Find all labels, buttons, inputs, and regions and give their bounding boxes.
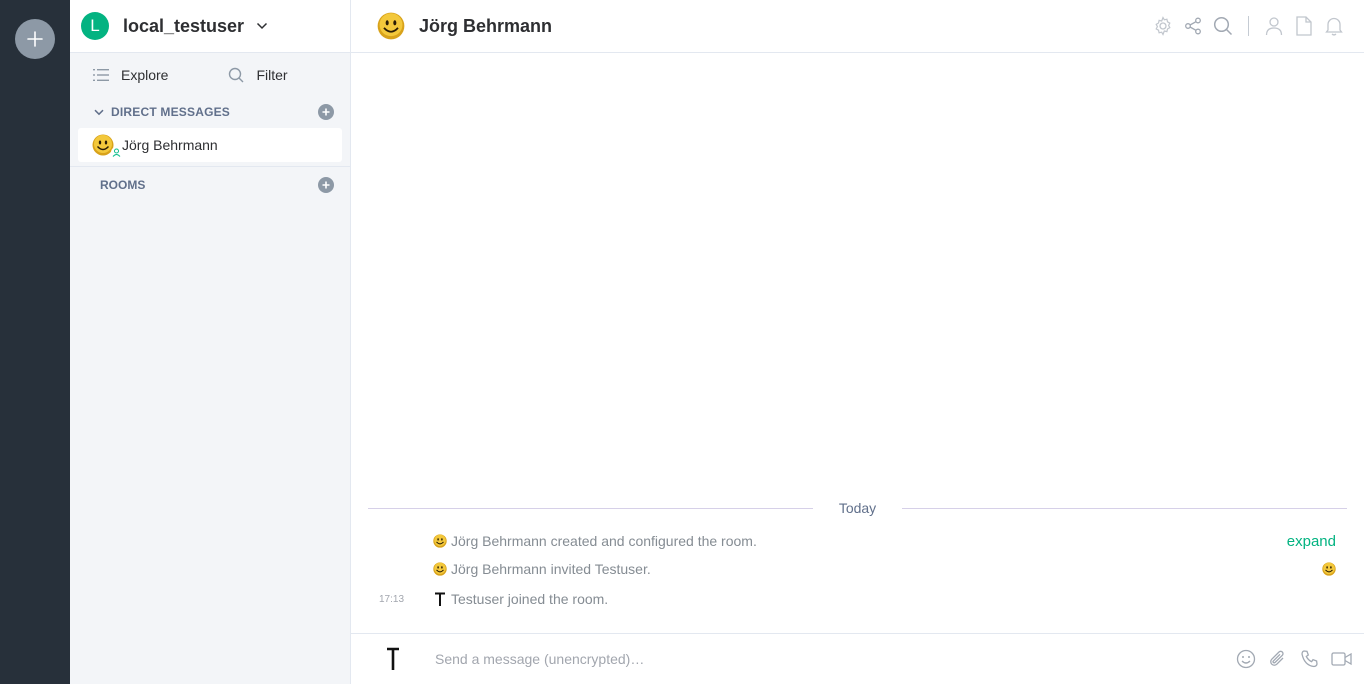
room-list-sidebar: L local_testuser Explore Filter DIRECT M… [70, 0, 351, 684]
plus-icon [27, 31, 43, 47]
direct-messages-header[interactable]: DIRECT MESSAGES [70, 97, 350, 127]
room-view: Jörg Behrmann Today Jörg Behrmann create… [351, 0, 1364, 684]
rooms-header[interactable]: ROOMS [70, 167, 350, 203]
explore-label: Explore [121, 67, 169, 83]
room-name[interactable]: Jörg Behrmann [419, 16, 552, 37]
member-list-icon[interactable] [1259, 14, 1289, 38]
direct-messages-title: DIRECT MESSAGES [111, 105, 231, 119]
composer-actions [1230, 646, 1358, 672]
timeline-event: Jörg Behrmann created and configured the… [433, 533, 757, 549]
expand-link[interactable]: expand [1287, 533, 1336, 550]
own-avatar[interactable] [385, 646, 401, 677]
date-separator-line [368, 507, 813, 509]
date-separator: Today [368, 500, 1348, 516]
share-icon[interactable] [1178, 14, 1208, 38]
rooms-title: ROOMS [100, 178, 146, 192]
gear-icon[interactable] [1148, 14, 1178, 38]
room-header-toolbar [1148, 14, 1349, 38]
user-avatar[interactable]: L [81, 12, 109, 40]
chevron-down-icon[interactable] [256, 22, 268, 30]
community-rail [0, 0, 70, 684]
attachment-icon[interactable] [1262, 646, 1294, 672]
add-room-button[interactable] [318, 177, 334, 193]
search-icon [229, 67, 244, 83]
plus-icon [322, 181, 330, 189]
t-avatar-icon [435, 592, 445, 606]
add-direct-message-button[interactable] [318, 104, 334, 120]
explore-filter-row: Explore Filter [70, 53, 350, 97]
user-name[interactable]: local_testuser [123, 16, 244, 37]
dm-item-label: Jörg Behrmann [122, 137, 218, 153]
explore-button[interactable]: Explore [93, 67, 168, 83]
message-input[interactable] [435, 646, 1195, 672]
timeline-event: Testuser joined the room. [433, 591, 608, 607]
chevron-down-icon[interactable] [94, 109, 104, 116]
emoji-icon[interactable] [1230, 646, 1262, 672]
event-text: Testuser joined the room. [451, 591, 609, 607]
files-icon[interactable] [1289, 14, 1319, 38]
voice-call-icon[interactable] [1294, 646, 1326, 672]
room-avatar[interactable] [377, 12, 405, 40]
video-call-icon[interactable] [1326, 646, 1358, 672]
presence-icon [111, 147, 121, 157]
event-text: Jörg Behrmann created and configured the… [451, 533, 757, 549]
user-menu[interactable]: L local_testuser [70, 0, 350, 53]
message-composer [351, 633, 1364, 684]
timeline-event: Jörg Behrmann invited Testuser. [433, 561, 651, 577]
list-icon [93, 69, 109, 81]
read-receipt-avatar[interactable] [1322, 562, 1336, 581]
smiley-avatar-icon [433, 534, 447, 548]
room-header: Jörg Behrmann [351, 0, 1364, 53]
event-timestamp: 17:13 [379, 594, 405, 605]
smiley-avatar-icon [433, 562, 447, 576]
app-window: L local_testuser Explore Filter DIRECT M… [0, 0, 1364, 684]
sidebar-item-jorg-behrmann[interactable]: Jörg Behrmann [78, 128, 342, 162]
search-icon[interactable] [1208, 14, 1238, 38]
notifications-bell-icon[interactable] [1319, 14, 1349, 38]
date-separator-label: Today [838, 500, 877, 516]
plus-icon [322, 108, 330, 116]
filter-label: Filter [256, 67, 288, 83]
message-timeline[interactable]: Today Jörg Behrmann created and configur… [351, 54, 1364, 632]
create-community-button[interactable] [15, 19, 55, 59]
event-text: Jörg Behrmann invited Testuser. [451, 561, 651, 577]
toolbar-divider [1248, 16, 1249, 36]
date-separator-line [902, 507, 1348, 509]
filter-button[interactable]: Filter [228, 67, 288, 83]
